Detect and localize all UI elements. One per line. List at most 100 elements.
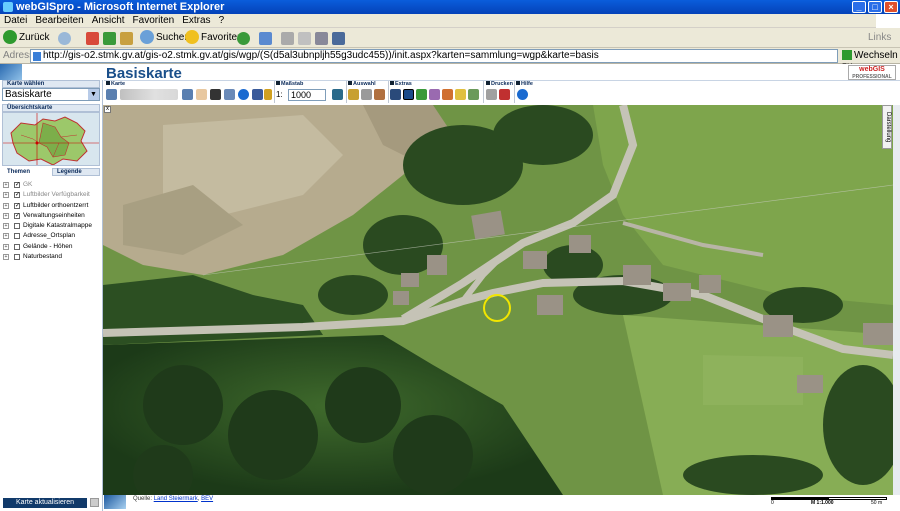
webgis-pro-brand: webGIS PROFESSIONAL (848, 65, 896, 80)
history-icon[interactable] (237, 32, 250, 45)
address-bar: Adresse http://gis-o2.stmk.gv.at/gis-o2.… (0, 48, 900, 72)
tab-darstellung[interactable]: Darstellung (882, 105, 892, 149)
export-icon[interactable] (468, 89, 479, 100)
aerial-image (103, 105, 893, 495)
theme-checkbox[interactable]: ✓ (14, 182, 20, 188)
expand-icon[interactable]: + (3, 233, 9, 240)
refresh-options-icon[interactable] (90, 498, 99, 507)
print-map-icon[interactable] (486, 89, 497, 100)
home-icon[interactable] (120, 32, 133, 45)
refresh-map-button[interactable]: Karte aktualisieren (3, 498, 87, 508)
theme-row: + ✓ GK (0, 180, 102, 190)
menu-extras[interactable]: Extras (178, 14, 214, 26)
theme-label: Luftbilder Verfügbarkeit (23, 191, 90, 199)
select-icon[interactable] (348, 89, 359, 100)
refresh-view-icon[interactable] (252, 89, 263, 100)
menu-help[interactable]: ? (215, 14, 229, 26)
theme-checkbox[interactable] (14, 254, 20, 261)
menu-datei[interactable]: Datei (0, 14, 31, 26)
overview-header: Übersichtskarte (2, 104, 100, 112)
mail-icon[interactable] (259, 32, 272, 45)
map-footer: Quelle: Land Steiermark, BEV 0 M 1:1.000… (103, 495, 900, 511)
help-icon[interactable] (517, 89, 528, 100)
back-extent-icon[interactable] (210, 89, 221, 100)
toolgroup-hilfe: Hilfe (516, 81, 536, 103)
pan-hand-icon[interactable] (196, 89, 207, 100)
scale-input[interactable]: 1000 (288, 89, 326, 101)
messenger-icon[interactable] (332, 32, 345, 45)
toolgroup-extras-title: Extras (395, 81, 412, 87)
overview-map[interactable] (2, 112, 100, 166)
theme-checkbox[interactable] (14, 233, 20, 240)
theme-row: + Adresse_Ortsplan (0, 231, 102, 241)
map-select-dropdown[interactable]: Basiskarte ▼ (2, 88, 100, 101)
expand-icon[interactable]: + (3, 212, 9, 219)
theme-checkbox[interactable]: ✓ (14, 202, 20, 209)
browser-toolbar: Zurück Suchen Favoriten Links (0, 28, 900, 48)
info-icon[interactable] (238, 89, 249, 100)
expand-icon[interactable]: + (3, 254, 9, 261)
themes-tree: + ✓ GK + ✓ Luftbilder Verfügbarkeit + ✓ Luftbild… (0, 180, 102, 262)
tool-separator (388, 81, 389, 103)
pdf-icon[interactable] (499, 89, 510, 100)
ruler-icon[interactable] (455, 89, 466, 100)
zoom-in-icon[interactable] (106, 89, 117, 100)
toolgroup-hilfe-title: Hilfe (521, 81, 533, 87)
theme-checkbox[interactable]: ✓ (14, 212, 20, 219)
layer-icon[interactable] (416, 89, 427, 100)
toolgroup-extras: Extras (390, 81, 482, 103)
stop-icon[interactable] (86, 32, 99, 45)
page-icon (33, 52, 41, 61)
full-extent-icon[interactable] (224, 89, 235, 100)
forward-icon[interactable] (58, 32, 71, 45)
back-arrow-icon (3, 30, 17, 45)
expand-icon[interactable]: + (3, 202, 9, 209)
chart-icon[interactable] (429, 89, 440, 100)
discuss-icon[interactable] (315, 32, 328, 45)
select-clear-icon[interactable] (374, 89, 385, 100)
zoom-slider[interactable] (120, 89, 178, 100)
expand-icon[interactable]: + (3, 192, 9, 199)
favorites-button[interactable]: Favoriten (185, 30, 243, 46)
edit-icon[interactable] (298, 32, 311, 45)
menu-bearbeiten[interactable]: Bearbeiten (31, 14, 87, 26)
theme-checkbox[interactable]: ✓ (14, 192, 20, 199)
back-button[interactable]: Zurück (3, 30, 50, 46)
search-icon (140, 30, 154, 45)
toolgroup-drucken-title: Drucken (491, 81, 514, 87)
expand-icon[interactable]: + (3, 243, 9, 250)
minimize-button[interactable]: _ (852, 1, 866, 13)
print-icon[interactable] (281, 32, 294, 45)
coordinate-icon[interactable] (403, 89, 414, 100)
url-input[interactable]: http://gis-o2.stmk.gv.at/gis-o2.stmk.gv.… (30, 49, 838, 63)
theme-row: + Gelände - Höhen (0, 242, 102, 252)
source-link-bev[interactable]: BEV (201, 496, 213, 502)
expand-icon[interactable]: + (3, 223, 9, 230)
expand-icon[interactable]: + (3, 182, 9, 188)
tool-separator (346, 81, 347, 103)
maximize-button[interactable]: □ (868, 1, 882, 13)
source-link-land[interactable]: Land Steiermark (154, 496, 198, 502)
chevron-down-icon[interactable]: ▼ (88, 89, 99, 100)
measure-icon[interactable] (390, 89, 401, 100)
lightning-icon[interactable] (264, 89, 272, 100)
search-button[interactable]: Suchen (140, 30, 190, 46)
close-button[interactable]: × (884, 1, 898, 13)
tab-themes[interactable]: Themen (2, 168, 50, 176)
apply-scale-icon[interactable] (332, 89, 343, 100)
theme-checkbox[interactable] (14, 243, 20, 250)
links-label[interactable]: Links (868, 30, 891, 46)
zoom-out-icon[interactable] (182, 89, 193, 100)
pencil-icon[interactable] (442, 89, 453, 100)
map-close-icon[interactable]: x (104, 106, 111, 113)
star-icon (185, 30, 199, 45)
toolgroup-massstab: Maßstab 1: 1000 (276, 81, 346, 103)
theme-label: Naturbestand (23, 253, 63, 261)
aerial-map[interactable] (103, 105, 893, 495)
menu-favoriten[interactable]: Favoriten (129, 14, 179, 26)
theme-checkbox[interactable] (14, 223, 20, 230)
tab-legend[interactable]: Legende (52, 168, 100, 176)
menu-ansicht[interactable]: Ansicht (88, 14, 129, 26)
refresh-icon[interactable] (103, 32, 116, 45)
select-area-icon[interactable] (361, 89, 372, 100)
